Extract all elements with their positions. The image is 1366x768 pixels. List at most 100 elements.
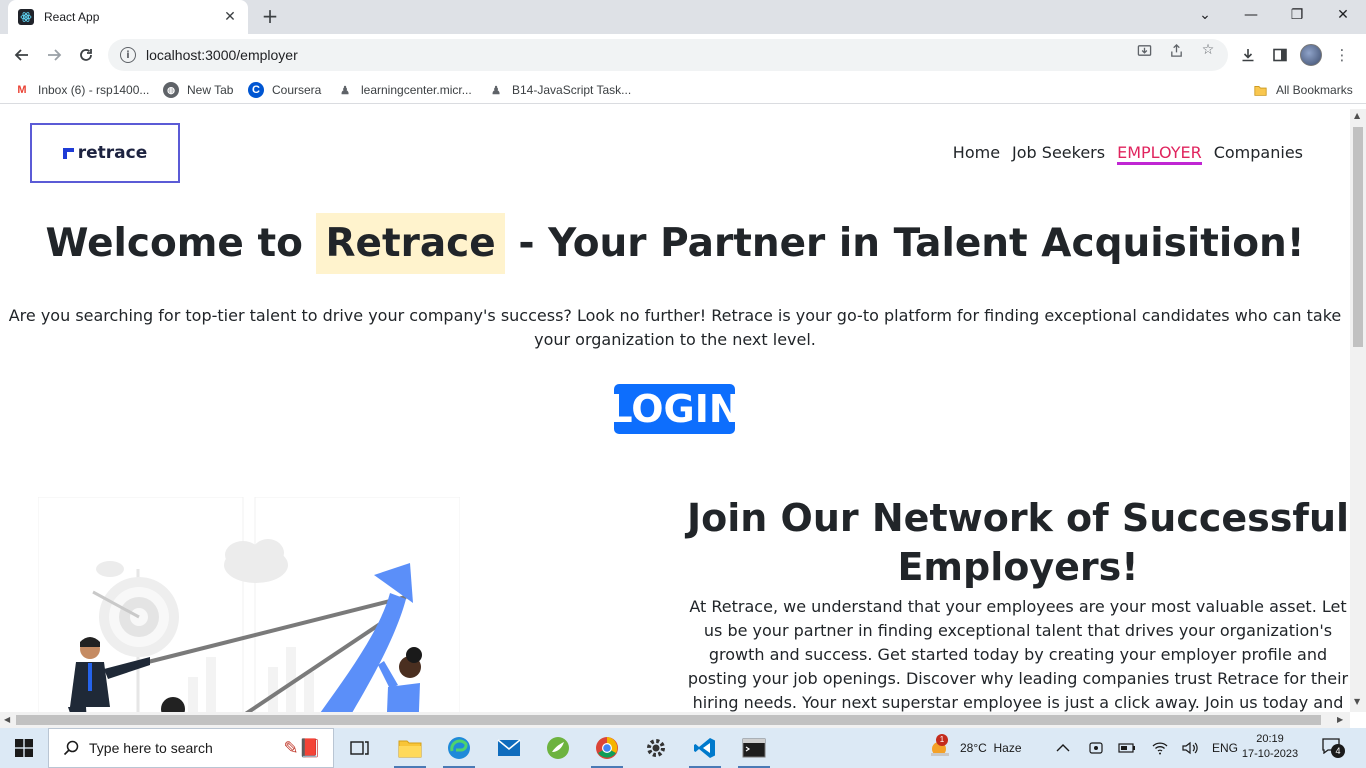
taskbar-clock[interactable]: 20:19 17-10-2023 bbox=[1240, 732, 1300, 762]
hero-title: Welcome to Retrace - Your Partner in Tal… bbox=[0, 213, 1350, 274]
cloud-icon bbox=[96, 539, 288, 583]
reload-button[interactable] bbox=[74, 43, 98, 67]
hero-description: Are you searching for top-tier talent to… bbox=[8, 306, 1342, 349]
login-button[interactable]: LOGIN bbox=[608, 384, 741, 434]
vertical-scroll-thumb[interactable] bbox=[1353, 127, 1363, 347]
person-icon: ♟ bbox=[340, 84, 350, 97]
all-bookmarks-label: All Bookmarks bbox=[1276, 83, 1353, 97]
main-nav: Home Job Seekers EMPLOYER Companies bbox=[953, 143, 1303, 165]
bookmark-item[interactable]: ♟ B14-JavaScript Task... bbox=[488, 81, 631, 99]
back-button[interactable] bbox=[10, 43, 34, 67]
vertical-scrollbar[interactable]: ▲ ▼ bbox=[1350, 109, 1366, 712]
close-window-button[interactable]: ✕ bbox=[1320, 0, 1366, 30]
logo-mark-icon bbox=[62, 147, 74, 159]
coursera-icon: C bbox=[248, 82, 264, 98]
site-info-icon[interactable]: i bbox=[120, 47, 136, 63]
tab-title: React App bbox=[44, 10, 100, 24]
windows-taskbar: Type here to search ✎📕 1 28°C Haze ENG 2… bbox=[0, 728, 1366, 768]
tab-strip: React App ✕ + ⌄ — ❐ ✕ bbox=[0, 0, 1366, 34]
globe-icon: ◍ bbox=[163, 82, 179, 98]
bookmark-label: New Tab bbox=[187, 83, 234, 97]
restore-button[interactable]: ❐ bbox=[1274, 0, 1320, 30]
search-placeholder: Type here to search bbox=[89, 740, 213, 756]
notification-count: 4 bbox=[1331, 744, 1345, 758]
gmail-icon: M bbox=[17, 84, 27, 96]
new-tab-button[interactable]: + bbox=[258, 4, 282, 28]
address-bar[interactable]: i localhost:3000/employer bbox=[108, 39, 1228, 71]
side-panel-icon[interactable] bbox=[1268, 43, 1292, 67]
url-text: localhost:3000/employer bbox=[146, 47, 298, 63]
language-indicator[interactable]: ENG bbox=[1212, 728, 1238, 768]
downloads-icon[interactable] bbox=[1236, 43, 1260, 67]
folder-icon bbox=[1252, 82, 1268, 98]
react-icon bbox=[18, 9, 34, 25]
page-viewport: retrace Home Job Seekers EMPLOYER Compan… bbox=[0, 109, 1350, 712]
nav-job-seekers[interactable]: Job Seekers bbox=[1012, 143, 1105, 165]
scroll-up-icon[interactable]: ▲ bbox=[1354, 111, 1360, 120]
bookmark-label: Inbox (6) - rsp1400... bbox=[38, 83, 150, 97]
nav-home[interactable]: Home bbox=[953, 143, 1000, 165]
taskbar-search-box[interactable]: Type here to search ✎📕 bbox=[48, 728, 334, 768]
horizontal-scrollbar[interactable]: ◀ ▶ bbox=[0, 712, 1350, 728]
bookmark-item[interactable]: M Inbox (6) - rsp1400... bbox=[14, 81, 149, 99]
vscode-icon[interactable] bbox=[681, 728, 729, 768]
search-highlight-icon: ✎📕 bbox=[283, 737, 322, 758]
join-title: Join Our Network of Successful Employers… bbox=[686, 496, 1350, 589]
clock-date: 17-10-2023 bbox=[1241, 748, 1299, 760]
logo[interactable]: retrace bbox=[30, 123, 180, 183]
task-view-icon[interactable] bbox=[336, 728, 384, 768]
battery-icon[interactable] bbox=[1118, 728, 1136, 768]
hero-title-prefix: Welcome to bbox=[45, 221, 303, 266]
minimize-button[interactable]: — bbox=[1228, 0, 1274, 30]
bookmark-item[interactable]: C Coursera bbox=[248, 81, 321, 99]
nav-companies[interactable]: Companies bbox=[1214, 143, 1303, 165]
notification-center-icon[interactable]: 4 bbox=[1322, 728, 1345, 768]
weather-widget[interactable]: 1 28°C Haze bbox=[928, 728, 1022, 768]
clock-time: 20:19 bbox=[1256, 733, 1284, 745]
bookmark-label: learningcenter.micr... bbox=[361, 83, 472, 97]
horizontal-scroll-thumb[interactable] bbox=[16, 715, 1321, 725]
search-icon bbox=[63, 740, 79, 756]
wifi-icon[interactable] bbox=[1152, 728, 1168, 768]
bookmark-item[interactable]: ♟ learningcenter.micr... bbox=[337, 81, 472, 99]
all-bookmarks[interactable]: All Bookmarks bbox=[1252, 81, 1353, 99]
tab-close-icon[interactable]: ✕ bbox=[222, 9, 238, 25]
weather-icon: 1 bbox=[928, 734, 952, 760]
bookmark-label: Coursera bbox=[272, 83, 322, 97]
nav-employer[interactable]: EMPLOYER bbox=[1117, 143, 1202, 165]
meet-now-icon[interactable] bbox=[1088, 728, 1104, 768]
join-description: At Retrace, we understand that your empl… bbox=[687, 597, 1349, 712]
chrome-icon[interactable] bbox=[583, 728, 631, 768]
logo-label: retrace bbox=[77, 143, 148, 163]
logo-text: retrace bbox=[62, 143, 148, 163]
forward-button[interactable] bbox=[42, 43, 66, 67]
bookmark-star-icon[interactable]: ☆ bbox=[1200, 42, 1216, 58]
growth-illustration bbox=[38, 497, 460, 712]
bookmark-label: B14-JavaScript Task... bbox=[512, 83, 632, 97]
profile-avatar[interactable] bbox=[1300, 44, 1322, 66]
file-explorer-icon[interactable] bbox=[386, 728, 434, 768]
hero-title-highlight: Retrace bbox=[316, 213, 505, 274]
scroll-right-icon[interactable]: ▶ bbox=[1337, 715, 1343, 724]
settings-gear-icon[interactable] bbox=[632, 728, 680, 768]
bookmark-item[interactable]: ◍ New Tab bbox=[163, 81, 233, 99]
mail-icon[interactable] bbox=[485, 728, 533, 768]
terminal-icon[interactable] bbox=[730, 728, 778, 768]
person-icon: ♟ bbox=[491, 84, 501, 97]
browser-tab[interactable]: React App ✕ bbox=[8, 0, 248, 34]
show-hidden-icons[interactable] bbox=[1056, 728, 1070, 768]
person-lifting-icon bbox=[378, 647, 422, 712]
share-icon[interactable] bbox=[1168, 42, 1184, 58]
weather-badge: 1 bbox=[936, 734, 948, 746]
weather-text: 28°C Haze bbox=[960, 741, 1022, 755]
volume-icon[interactable] bbox=[1182, 728, 1198, 768]
scroll-down-icon[interactable]: ▼ bbox=[1354, 697, 1360, 706]
tab-search-icon[interactable]: ⌄ bbox=[1182, 0, 1228, 30]
scroll-left-icon[interactable]: ◀ bbox=[4, 715, 10, 724]
install-app-icon[interactable] bbox=[1136, 42, 1152, 58]
menu-kebab-icon[interactable]: ⋮ bbox=[1330, 43, 1354, 67]
windows-start-icon[interactable] bbox=[0, 728, 48, 768]
spring-tools-icon[interactable] bbox=[534, 728, 582, 768]
edge-icon[interactable] bbox=[435, 728, 483, 768]
person-crouching-icon bbox=[161, 697, 185, 712]
